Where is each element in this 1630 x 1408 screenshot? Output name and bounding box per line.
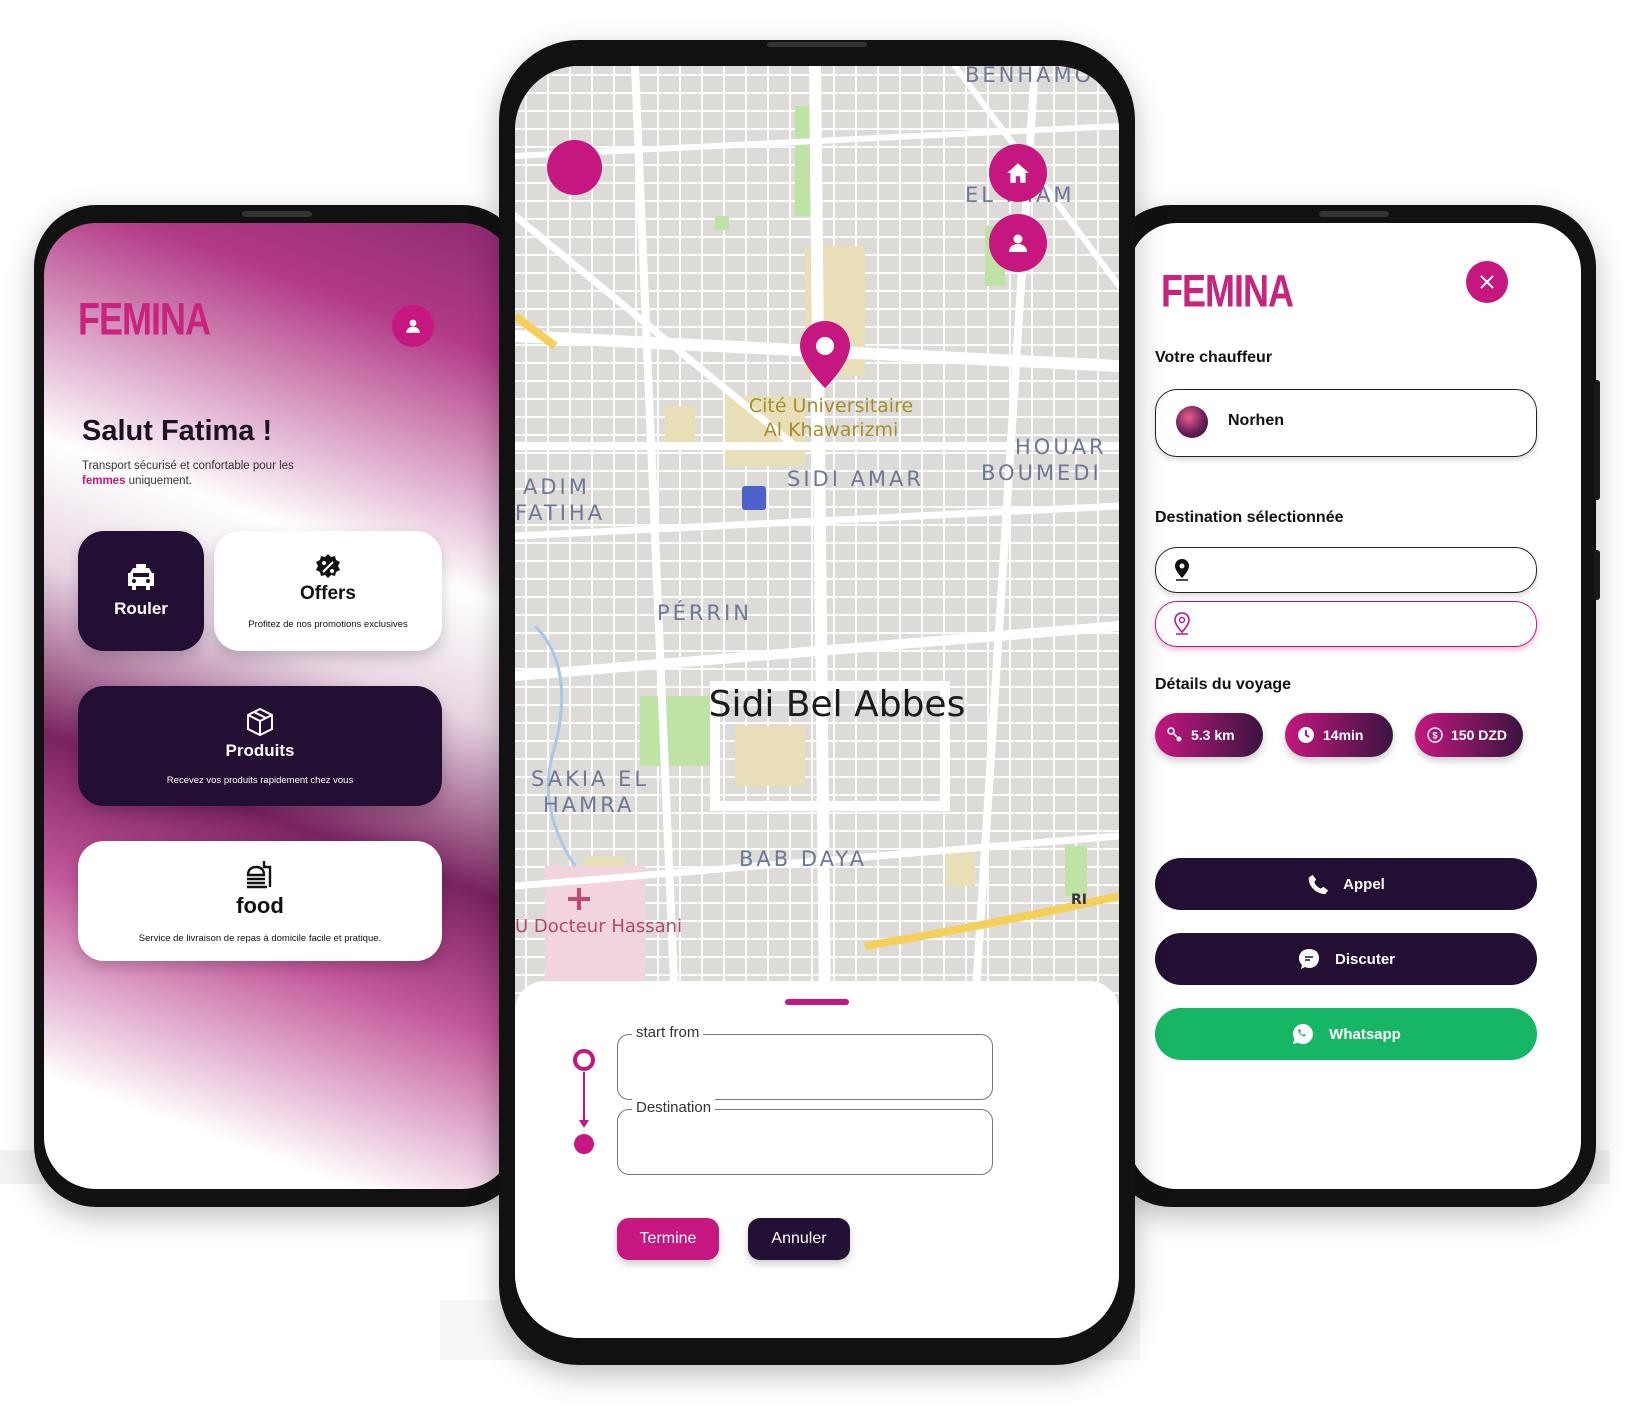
user-icon	[1009, 234, 1027, 252]
svg-text:Al Khawarizmi: Al Khawarizmi	[764, 419, 899, 441]
driver-screen: FEMINA Votre chauffeur Norhen Destinatio…	[1129, 223, 1581, 1189]
svg-text:PÉRRIN: PÉRRIN	[657, 600, 752, 625]
svg-text:FATIHA: FATIHA	[515, 501, 605, 525]
home-button[interactable]	[989, 144, 1047, 202]
route-sheet: start from Destination Termine Annuler	[515, 981, 1119, 1338]
dropoff-field[interactable]	[1155, 601, 1537, 647]
location-pin-icon	[1175, 559, 1189, 581]
close-button[interactable]	[1466, 261, 1508, 303]
tile-food-title: food	[236, 892, 284, 918]
tile-offers-desc: Profitez de nos promotions exclusives	[248, 618, 408, 630]
whatsapp-button-label: Whatsapp	[1329, 1025, 1401, 1043]
side-button	[1594, 550, 1600, 600]
route-icon	[1167, 727, 1182, 742]
tile-food[interactable]: food Service de livraison de repas à dom…	[78, 841, 442, 961]
coin-icon: $	[1427, 727, 1443, 743]
tile-produits[interactable]: Produits Recevez vos produits rapidement…	[78, 686, 442, 806]
tile-offers-title: Offers	[300, 582, 356, 604]
distance-pill: 5.3 km	[1155, 713, 1263, 757]
train-station-icon	[742, 486, 766, 510]
user-icon	[406, 319, 420, 333]
driver-name: Norhen	[1228, 412, 1284, 429]
package-icon	[247, 707, 273, 736]
speaker	[767, 42, 867, 47]
trip-details-label: Détails du voyage	[1155, 676, 1292, 693]
svg-text:SAKIA EL: SAKIA EL	[531, 767, 649, 791]
city-map[interactable]: BENHAMO EL IMAM SIDI AMAR HOUAR BOUMEDI …	[515, 66, 1119, 1006]
whatsapp-button[interactable]: Whatsapp	[1155, 1008, 1537, 1060]
price-pill: $ 150 DZD	[1415, 713, 1523, 757]
percent-badge-icon	[316, 553, 340, 578]
duration-value: 14min	[1323, 727, 1364, 743]
speaker	[1319, 211, 1389, 217]
speaker	[242, 211, 312, 217]
distance-value: 5.3 km	[1191, 727, 1235, 743]
svg-text:ADIM: ADIM	[523, 475, 590, 499]
tile-produits-desc: Recevez vos produits rapidement chez vou…	[166, 774, 354, 786]
price-value: 150 DZD	[1451, 727, 1508, 743]
brand-logo: FEMINA	[78, 293, 211, 345]
route-connector-icon	[573, 1049, 595, 1154]
duration-pill: 14min	[1285, 713, 1393, 757]
tile-produits-title: Produits	[225, 740, 295, 760]
side-button	[1594, 380, 1600, 500]
chat-bubble-icon	[1298, 949, 1319, 969]
location-pin-outline-icon	[1174, 612, 1190, 635]
taxi-icon	[128, 564, 154, 590]
menu-button[interactable]	[547, 140, 602, 195]
mockup-stage: FEMINA Salut Fatima ! Transport sécurisé…	[0, 0, 1630, 1408]
driver-avatar	[1176, 406, 1208, 438]
tile-food-desc: Service de livraison de repas à domicile…	[138, 932, 382, 944]
chat-button[interactable]: Discuter	[1155, 933, 1537, 985]
svg-text:BAB DAYA: BAB DAYA	[739, 847, 867, 871]
brand-logo: FEMINA	[1161, 265, 1294, 317]
clock-icon	[1298, 727, 1314, 743]
profile-button[interactable]	[392, 305, 434, 347]
svg-text:BOUMEDI: BOUMEDI	[981, 461, 1102, 485]
city-label: Sidi Bel Abbes	[709, 684, 966, 725]
start-field-label: start from	[632, 1024, 704, 1041]
greeting-title: Salut Fatima !	[82, 415, 273, 447]
start-field[interactable]: start from	[617, 1024, 993, 1100]
home-icon	[1007, 163, 1029, 183]
profile-button[interactable]	[989, 214, 1047, 272]
destination-label: Destination sélectionnée	[1155, 509, 1344, 526]
whatsapp-icon	[1293, 1023, 1314, 1044]
confirm-button[interactable]: Termine	[617, 1218, 719, 1260]
chat-button-label: Discuter	[1334, 950, 1396, 968]
map-screen: BENHAMO EL IMAM SIDI AMAR HOUAR BOUMEDI …	[515, 66, 1119, 1338]
destination-field-label: Destination	[632, 1099, 716, 1116]
home-screen: FEMINA Salut Fatima ! Transport sécurisé…	[44, 223, 514, 1189]
driver-card[interactable]: Norhen	[1155, 389, 1537, 457]
phone-home: FEMINA Salut Fatima ! Transport sécurisé…	[34, 205, 524, 1207]
svg-text:$: $	[1432, 731, 1437, 741]
call-button-label: Appel	[1343, 875, 1385, 893]
svg-text:Cité Universitaire: Cité Universitaire	[749, 395, 913, 417]
tile-offers[interactable]: Offers Profitez de nos promotions exclus…	[214, 531, 442, 651]
road-sign-label: RI	[1071, 892, 1087, 908]
svg-text:BENHAMO: BENHAMO	[965, 66, 1094, 87]
tile-rouler[interactable]: Rouler	[78, 531, 204, 651]
phone-map: BENHAMO EL IMAM SIDI AMAR HOUAR BOUMEDI …	[499, 40, 1135, 1365]
greeting-subtitle: Transport sécurisé et confortable pour l…	[82, 460, 294, 487]
sheet-handle[interactable]	[785, 999, 849, 1005]
highlight-women: femmes	[82, 475, 126, 487]
hospital-label: U Docteur Hassani	[515, 916, 682, 937]
call-button[interactable]: Appel	[1155, 858, 1537, 910]
pickup-field[interactable]	[1155, 547, 1537, 593]
svg-text:HOUAR: HOUAR	[1015, 435, 1107, 459]
phone-icon	[1308, 874, 1329, 895]
cancel-button[interactable]: Annuler	[748, 1218, 850, 1260]
phone-driver: FEMINA Votre chauffeur Norhen Destinatio…	[1105, 205, 1600, 1207]
food-icon	[246, 860, 272, 888]
destination-field[interactable]: Destination	[617, 1099, 993, 1175]
svg-text:SIDI AMAR: SIDI AMAR	[787, 467, 924, 491]
tile-rouler-title: Rouler	[114, 599, 168, 618]
driver-label: Votre chauffeur	[1155, 349, 1273, 366]
close-icon	[1480, 275, 1494, 289]
svg-text:HAMRA: HAMRA	[543, 793, 634, 817]
